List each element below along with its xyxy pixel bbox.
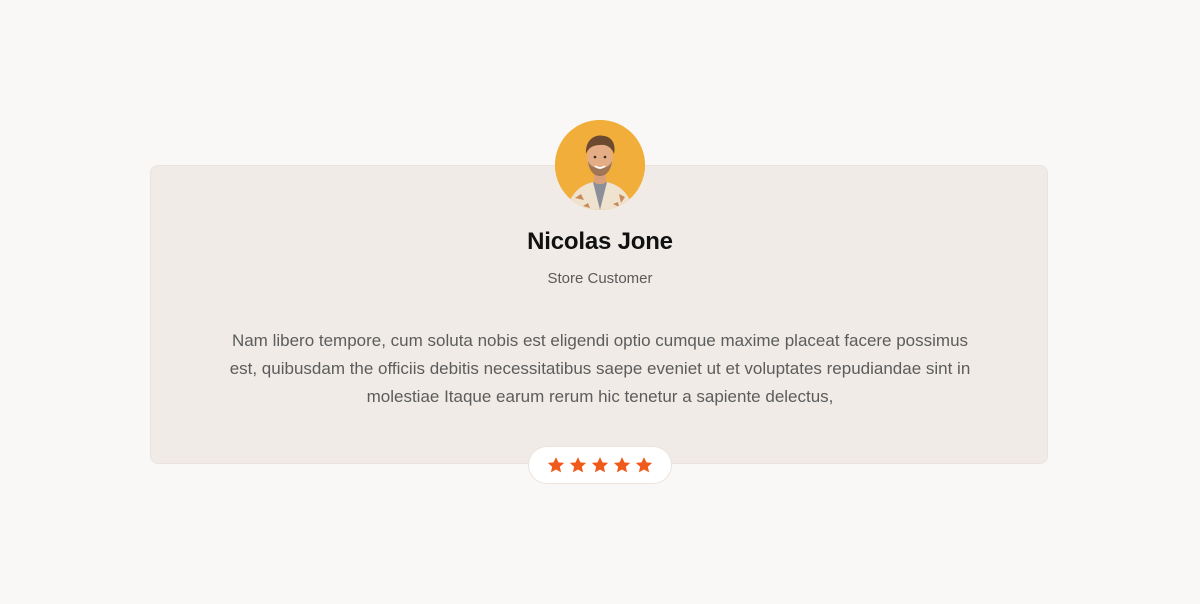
avatar — [555, 120, 645, 210]
customer-role: Store Customer — [547, 270, 653, 287]
star-icon — [612, 455, 632, 475]
star-icon — [568, 455, 588, 475]
testimonial-quote: Nam libero tempore, cum soluta nobis est… — [229, 331, 971, 406]
customer-portrait-icon — [555, 120, 645, 210]
star-rating — [528, 446, 672, 484]
customer-name: Nicolas Jone — [527, 228, 673, 255]
star-icon — [634, 455, 654, 475]
star-icon — [590, 455, 610, 475]
star-icon — [546, 455, 566, 475]
